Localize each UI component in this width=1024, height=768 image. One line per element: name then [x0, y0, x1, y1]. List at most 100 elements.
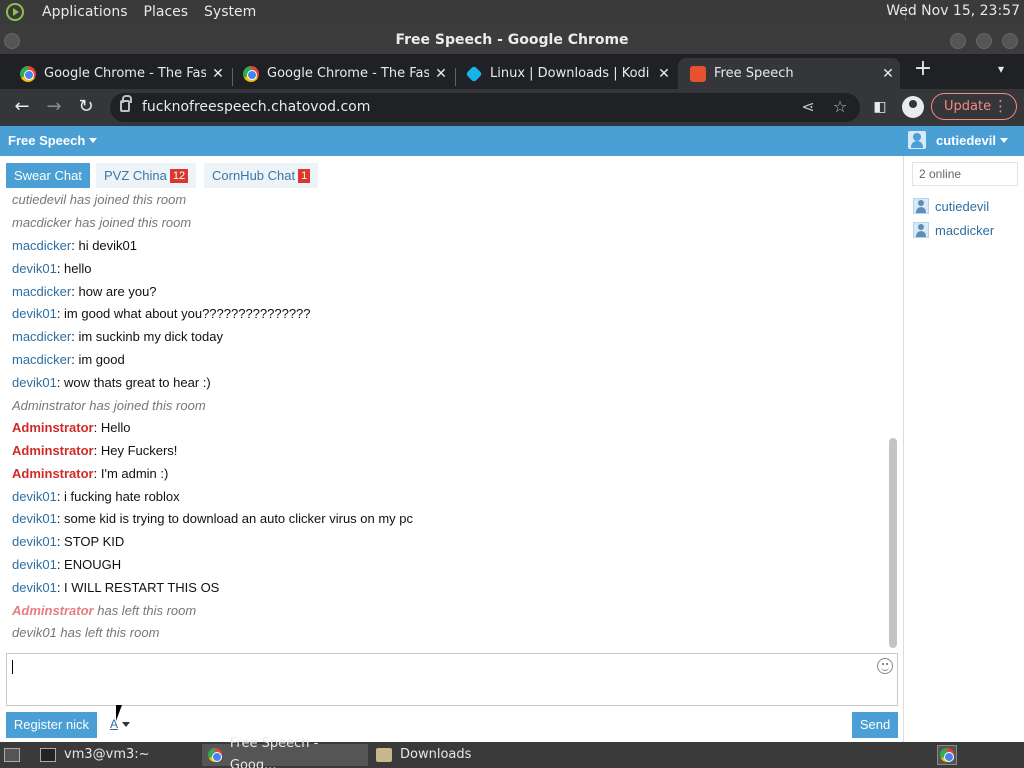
admin-message: Adminstrator: I'm admin :) [12, 466, 168, 481]
message-nick[interactable]: Adminstrator [12, 443, 94, 458]
tray-chrome-icon[interactable] [937, 745, 957, 765]
side-panel-icon[interactable]: ◧ [869, 96, 891, 118]
online-users-sidebar: 2 online cutiedevil macdicker [903, 156, 1024, 742]
chat-page: Free Speech cutiedevil Swear Chat PVZ Ch… [0, 126, 1024, 742]
tab-chrome-2[interactable]: Google Chrome - The Fast & Secure Web Br… [231, 58, 453, 89]
message-nick[interactable]: macdicker [12, 352, 71, 367]
window-title-bar[interactable]: Free Speech - Google Chrome [0, 24, 1024, 54]
message-nick[interactable]: devik01 [12, 375, 57, 390]
message-nick[interactable]: Adminstrator [12, 603, 94, 618]
admin-message: Adminstrator: Hey Fuckers! [12, 443, 177, 458]
close-tab-icon[interactable]: ✕ [206, 66, 230, 82]
clock[interactable]: Wed Nov 15, 23:57 [886, 3, 1020, 19]
message-nick[interactable]: devik01 [12, 511, 57, 526]
message-text: has left this room [93, 603, 197, 618]
task-label: Free Speech - Goog... [229, 736, 319, 768]
message-scrollbar[interactable] [889, 438, 897, 648]
tab-kodi[interactable]: Linux | Downloads | Kodi ✕ [454, 58, 676, 89]
close-tab-icon[interactable]: ✕ [652, 66, 676, 82]
window-menu-button[interactable] [4, 33, 20, 49]
menu-dots-icon[interactable]: ⋮ [993, 94, 1008, 119]
message-nick[interactable]: devik01 [12, 557, 57, 572]
smiley-icon[interactable] [877, 658, 893, 674]
room-tab-swear-chat[interactable]: Swear Chat [6, 163, 90, 188]
minimize-button[interactable] [950, 33, 966, 49]
applications-menu[interactable]: Applications [34, 4, 136, 20]
chevron-down-icon [89, 138, 98, 143]
tab-free-speech[interactable]: Free Speech ✕ [678, 58, 900, 89]
send-label: Send [859, 717, 891, 732]
room-tab-pvz-china[interactable]: PVZ China 12 [96, 163, 197, 188]
unread-badge: 12 [169, 169, 189, 183]
message-nick[interactable]: devik01 [12, 580, 57, 595]
message-text: macdicker has joined this room [12, 215, 192, 230]
tab-title: Free Speech [714, 66, 794, 81]
system-menu[interactable]: System [196, 4, 264, 20]
close-tab-icon[interactable]: ✕ [876, 66, 900, 82]
room-tab-label: Swear Chat [14, 168, 82, 183]
task-label: Downloads [400, 747, 472, 762]
room-tab-label: CornHub Chat [212, 168, 296, 183]
unread-badge: 1 [298, 169, 311, 183]
message-nick[interactable]: Adminstrator [12, 420, 94, 435]
lock-icon[interactable] [120, 95, 132, 112]
chrome-icon [243, 65, 259, 82]
message-text: : im suckinb my dick today [71, 329, 223, 344]
update-button[interactable]: Update ⋮ [931, 93, 1017, 120]
mouse-pointer-icon [116, 705, 122, 721]
profile-avatar-icon[interactable] [902, 96, 924, 118]
message-nick[interactable]: devik01 [12, 534, 57, 549]
brand-menu[interactable]: Free Speech [8, 133, 98, 148]
message-nick[interactable]: devik01 [12, 489, 57, 504]
share-icon[interactable]: ⋖ [798, 97, 818, 117]
message-nick[interactable]: macdicker [12, 284, 71, 299]
chat-message: devik01: wow thats great to hear :) [12, 375, 211, 390]
username-label: cutiedevil [936, 132, 996, 148]
message-nick[interactable]: devik01 [12, 306, 57, 321]
terminal-icon [40, 748, 56, 762]
close-window-button[interactable] [1002, 33, 1018, 49]
message-nick[interactable]: macdicker [12, 238, 71, 253]
message-nick[interactable]: macdicker [12, 329, 71, 344]
message-nick[interactable]: devik01 [12, 261, 57, 276]
tab-title: Google Chrome - The Fast & Secure Web Br… [267, 66, 429, 81]
user-menu[interactable]: cutiedevil [908, 131, 1008, 149]
close-tab-icon[interactable]: ✕ [429, 66, 453, 82]
message-text: : im good what about you??????????????? [56, 306, 311, 321]
bookmark-star-icon[interactable]: ☆ [830, 97, 850, 117]
message-nick[interactable]: Adminstrator [12, 466, 94, 481]
text-cursor [12, 660, 13, 674]
reload-icon[interactable]: ↻ [75, 96, 97, 118]
register-nick-button[interactable]: Register nick [6, 712, 97, 738]
mint-menu-icon[interactable] [6, 3, 24, 21]
free-speech-icon [690, 65, 706, 82]
chrome-icon [20, 65, 36, 82]
tab-strip: Google Chrome - The Fast & Secure Web Br… [0, 54, 1024, 89]
chat-message: devik01: I WILL RESTART THIS OS [12, 580, 219, 595]
system-message: devik01 has left this room [12, 625, 159, 640]
chat-message: macdicker: im suckinb my dick today [12, 329, 223, 344]
back-icon[interactable]: ← [11, 96, 33, 118]
user-icon [908, 131, 926, 149]
tab-search-chevron-icon[interactable]: ▾ [991, 62, 1011, 80]
task-terminal[interactable]: vm3@vm3:~ [34, 744, 196, 766]
online-user[interactable]: macdicker [913, 222, 994, 238]
room-tab-cornhub-chat[interactable]: CornHub Chat 1 [204, 163, 319, 188]
task-downloads[interactable]: Downloads [370, 744, 530, 766]
message-list[interactable]: cutiedevil has joined this room macdicke… [0, 188, 890, 648]
tab-chrome-1[interactable]: Google Chrome - The Fast & Secure Web Br… [8, 58, 230, 89]
chat-message: devik01: some kid is trying to download … [12, 511, 413, 526]
task-chrome[interactable]: Free Speech - Goog... [202, 736, 368, 768]
forward-icon[interactable]: → [43, 96, 65, 118]
address-bar[interactable]: fucknofreespeech.chatovod.com ⋖ ☆ [110, 93, 860, 122]
message-input[interactable] [6, 653, 898, 706]
new-tab-icon[interactable]: + [912, 58, 934, 80]
places-menu[interactable]: Places [136, 4, 197, 20]
send-button[interactable]: Send [852, 712, 898, 738]
maximize-button[interactable] [976, 33, 992, 49]
show-desktop-icon[interactable] [4, 748, 20, 762]
update-label: Update [944, 99, 992, 114]
online-user[interactable]: cutiedevil [913, 198, 989, 214]
url-text[interactable]: fucknofreespeech.chatovod.com [142, 99, 370, 115]
user-icon [913, 198, 929, 214]
